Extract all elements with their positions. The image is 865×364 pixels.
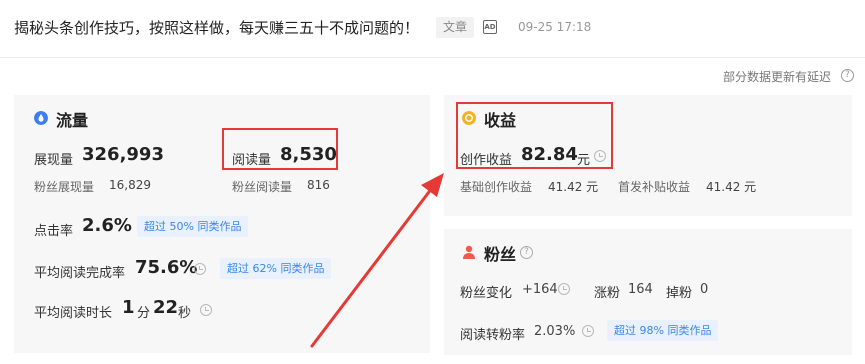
highlight-arrow bbox=[310, 173, 444, 348]
